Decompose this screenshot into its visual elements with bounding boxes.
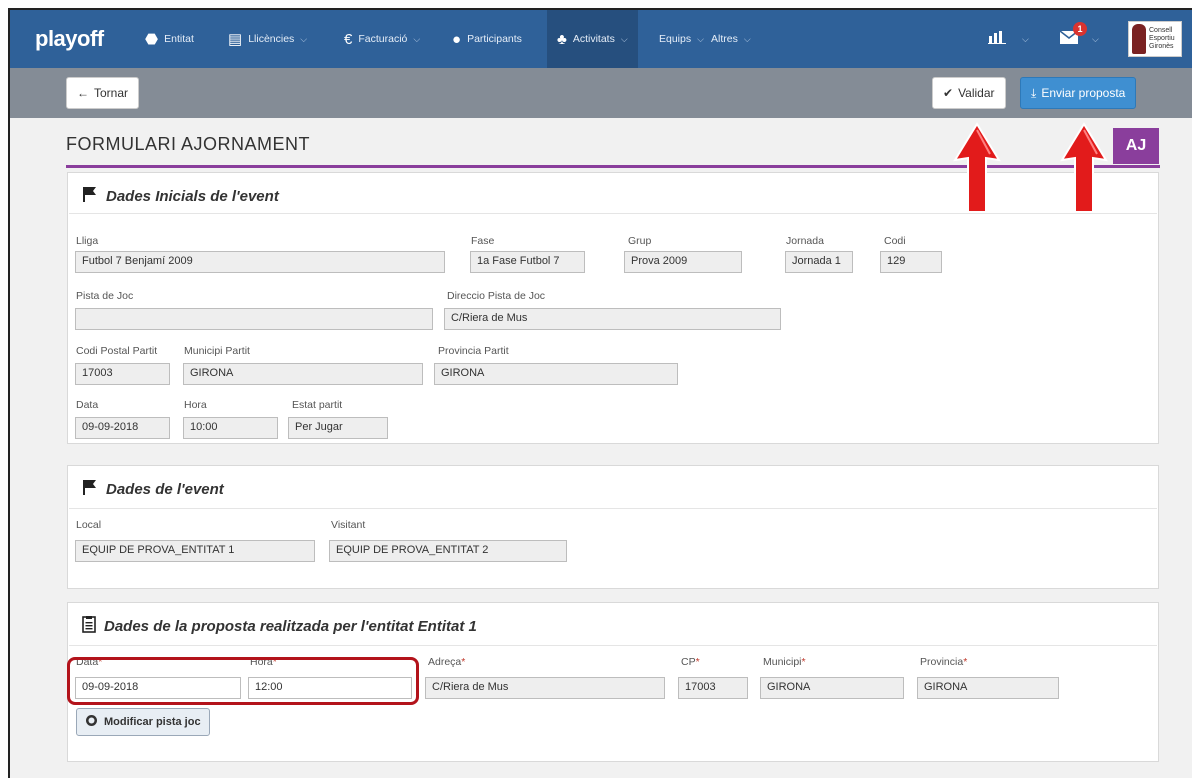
organization-logo[interactable]: Consell Esportiu Gironès xyxy=(1128,21,1182,57)
local-team-field: EQUIP DE PROVA_ENTITAT 1 xyxy=(75,540,315,562)
visitor-team-field: EQUIP DE PROVA_ENTITAT 2 xyxy=(329,540,567,562)
panel-divider xyxy=(69,645,1157,646)
user-icon: ● xyxy=(452,30,462,48)
messages-menu[interactable]: ⌵ xyxy=(1059,10,1099,68)
form-type-badge: AJ xyxy=(1113,128,1159,164)
logo-figure-icon xyxy=(1132,24,1146,54)
mail-count-badge: 1 xyxy=(1073,22,1087,36)
chevron-down-icon: ⌵ xyxy=(300,33,308,44)
panel-title: Dades de l'event xyxy=(82,479,224,499)
nav-label: Participants xyxy=(467,33,522,45)
chevron-down-icon: ⌵ xyxy=(697,33,704,44)
lliga-label: Lliga xyxy=(76,235,99,247)
event-data-panel: Dades de l'event xyxy=(67,465,1159,589)
nav-item-equips[interactable]: Equips ⌵ xyxy=(659,10,704,68)
proposal-cp-field: 17003 xyxy=(678,677,748,699)
direccio-field: C/Riera de Mus xyxy=(444,308,781,330)
proposal-address-field: C/Riera de Mus xyxy=(425,677,665,699)
bar-chart-icon xyxy=(988,30,1006,48)
red-arrow-icon xyxy=(953,122,1001,213)
nav-label: Activitats xyxy=(572,33,615,45)
proposal-address-label: Adreça* xyxy=(428,656,466,668)
nav-item-entitat[interactable]: ⬣ Entitat xyxy=(145,10,194,68)
lliga-field: Futbol 7 Benjamí 2009 xyxy=(75,251,445,273)
panel-divider xyxy=(69,508,1157,509)
circle-arrow-icon xyxy=(85,714,98,730)
panel-title: Dades Inicials de l'event xyxy=(82,186,279,206)
municipality-field: GIRONA xyxy=(183,363,423,385)
document-icon xyxy=(82,616,96,637)
nav-item-participants[interactable]: ● Participants xyxy=(452,10,522,68)
nav-label: Altres xyxy=(711,33,738,45)
panel-title: Dades de la proposta realitzada per l'en… xyxy=(82,616,477,637)
codi-label: Codi xyxy=(884,235,906,247)
nav-label: Facturació xyxy=(358,33,408,45)
chevron-down-icon: ⌵ xyxy=(1022,33,1029,44)
validate-button[interactable]: ✔ Validar xyxy=(932,77,1006,109)
grup-field: Prova 2009 xyxy=(624,251,742,273)
app-window: playoff ⬣ Entitat ▤ Llicències ⌵ € Factu… xyxy=(8,8,1192,778)
nav-label: Entitat xyxy=(164,33,194,45)
trophy-icon: ♣ xyxy=(557,30,567,48)
nav-item-llicencies[interactable]: ▤ Llicències ⌵ xyxy=(228,10,307,68)
fase-label: Fase xyxy=(471,235,495,247)
flag-icon xyxy=(82,186,98,206)
proposal-province-label: Provincia* xyxy=(920,656,968,668)
action-bar: ← Tornar ✔ Validar ⤓ Enviar proposta xyxy=(10,68,1192,118)
flag-icon xyxy=(82,479,98,499)
grup-label: Grup xyxy=(628,235,652,247)
nav-item-facturacio[interactable]: € Facturació ⌵ xyxy=(344,10,420,68)
jornada-field: Jornada 1 xyxy=(785,251,853,273)
status-field: Per Jugar xyxy=(288,417,388,439)
top-navbar: playoff ⬣ Entitat ▤ Llicències ⌵ € Factu… xyxy=(10,10,1192,68)
check-icon: ✔ xyxy=(943,86,954,100)
local-team-label: Local xyxy=(76,519,102,531)
proposal-municipality-label: Municipi* xyxy=(763,656,806,668)
download-icon: ⤓ xyxy=(1031,85,1037,100)
postal-code-field: 17003 xyxy=(75,363,170,385)
visitor-team-label: Visitant xyxy=(331,519,366,531)
chevron-down-icon: ⌵ xyxy=(620,33,628,44)
date-field: 09-09-2018 xyxy=(75,417,170,439)
status-label: Estat partit xyxy=(292,399,343,411)
proposal-province-field: GIRONA xyxy=(917,677,1059,699)
nav-item-activitats[interactable]: ♣ Activitats ⌵ xyxy=(547,10,638,68)
nav-label: Llicències xyxy=(248,33,295,45)
pista-label: Pista de Joc xyxy=(76,290,134,302)
highlight-box xyxy=(67,657,419,705)
back-button[interactable]: ← Tornar xyxy=(66,77,140,109)
chevron-down-icon: ⌵ xyxy=(413,33,421,44)
proposal-cp-label: CP* xyxy=(681,656,700,668)
chevron-down-icon: ⌵ xyxy=(743,33,751,44)
shield-icon: ⬣ xyxy=(145,31,159,48)
nav-label: Equips xyxy=(659,33,692,45)
jornada-label: Jornada xyxy=(786,235,824,247)
page-title: FORMULARI AJORNAMENT xyxy=(66,134,311,154)
time-label: Hora xyxy=(184,399,207,411)
euro-icon: € xyxy=(344,30,353,48)
modify-court-button[interactable]: Modificar pista joc xyxy=(76,708,210,736)
send-proposal-button[interactable]: ⤓ Enviar proposta xyxy=(1020,77,1137,109)
date-label: Data xyxy=(76,399,99,411)
red-arrow-icon xyxy=(1060,122,1108,213)
province-label: Provincia Partit xyxy=(438,345,509,357)
arrow-left-icon: ← xyxy=(77,86,89,100)
nav-item-altres[interactable]: Altres ⌵ xyxy=(711,10,751,68)
time-field: 10:00 xyxy=(183,417,278,439)
pista-field xyxy=(75,308,433,330)
logo-text: Consell Esportiu Gironès xyxy=(1149,27,1175,50)
municipality-label: Municipi Partit xyxy=(184,345,250,357)
province-field: GIRONA xyxy=(434,363,678,385)
brand-logo[interactable]: playoff xyxy=(35,26,104,52)
stats-menu[interactable]: ⌵ xyxy=(988,10,1029,68)
fase-field: 1a Fase Futbol 7 xyxy=(470,251,585,273)
codi-field: 129 xyxy=(880,251,942,273)
id-card-icon: ▤ xyxy=(228,31,243,48)
proposal-municipality-field: GIRONA xyxy=(760,677,904,699)
chevron-down-icon: ⌵ xyxy=(1092,33,1099,44)
direccio-label: Direccio Pista de Joc xyxy=(447,290,546,302)
postal-code-label: Codi Postal Partit xyxy=(76,345,158,357)
